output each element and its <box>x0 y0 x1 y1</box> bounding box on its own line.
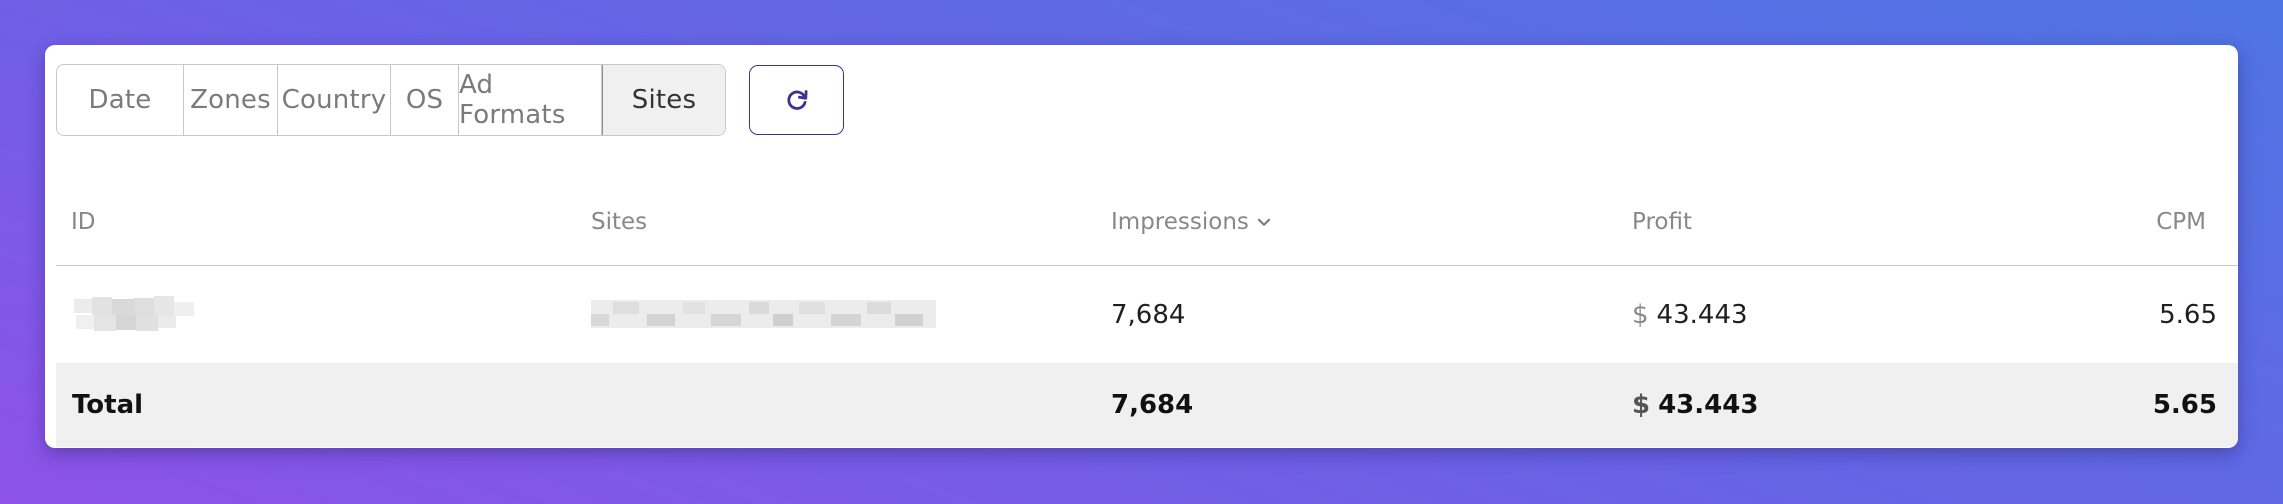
row-profit-currency: $ <box>1632 299 1649 330</box>
chevron-down-icon <box>1257 218 1270 226</box>
stats-table: ID Sites Impressions Profit CPM 7,684 $ … <box>56 179 2238 447</box>
tab-sites[interactable]: Sites <box>602 65 725 135</box>
column-header-cpm[interactable]: CPM <box>2156 179 2206 265</box>
row-profit-value: 43.443 <box>1656 299 1748 330</box>
table-header-row: ID Sites Impressions Profit CPM <box>56 179 2238 266</box>
tab-zones[interactable]: Zones <box>184 65 278 135</box>
tab-ad-formats[interactable]: Ad Formats <box>459 65 602 135</box>
redacted-id-image <box>74 295 194 331</box>
total-impressions: 7,684 <box>1111 390 1194 420</box>
column-header-impressions[interactable]: Impressions <box>1111 179 1273 265</box>
table-total-row: Total 7,684 $ 43.443 5.65 <box>56 363 2238 447</box>
total-label: Total <box>72 390 144 420</box>
redacted-site-image <box>591 299 936 328</box>
column-header-impressions-label: Impressions <box>1111 209 1249 235</box>
row-impressions: 7,684 <box>1111 299 1186 330</box>
grouping-toolbar: Date Zones Country OS Ad Formats Sites <box>56 64 844 136</box>
refresh-button[interactable] <box>749 65 844 135</box>
table-row: 7,684 $ 43.443 5.65 <box>56 266 2238 363</box>
tab-os[interactable]: OS <box>391 65 459 135</box>
row-profit: $ 43.443 <box>1632 266 1748 363</box>
column-header-sites[interactable]: Sites <box>591 179 647 265</box>
grouping-tabs: Date Zones Country OS Ad Formats Sites <box>56 64 726 136</box>
column-header-profit[interactable]: Profit <box>1632 179 1692 265</box>
total-profit-value: 43.443 <box>1658 390 1759 420</box>
total-profit: $ 43.443 <box>1632 363 1758 447</box>
column-header-id[interactable]: ID <box>71 179 96 265</box>
row-cpm: 5.65 <box>2159 299 2217 330</box>
row-id-redacted <box>74 266 196 363</box>
total-profit-currency: $ <box>1632 390 1651 420</box>
total-cpm: 5.65 <box>2152 390 2217 420</box>
refresh-icon <box>786 90 808 110</box>
report-card: Date Zones Country OS Ad Formats Sites I… <box>45 45 2238 448</box>
tab-country[interactable]: Country <box>278 65 391 135</box>
row-site-redacted <box>591 266 936 363</box>
tab-date[interactable]: Date <box>57 65 184 135</box>
